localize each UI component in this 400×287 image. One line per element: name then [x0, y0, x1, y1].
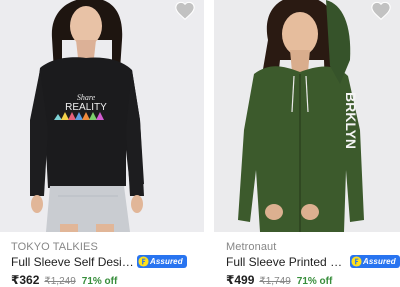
model-photo: BRKLYN: [214, 0, 400, 232]
assured-label: Assured: [150, 257, 183, 266]
flipkart-f-icon: [351, 256, 362, 267]
heart-icon: [175, 1, 195, 21]
assured-badge: Assured: [137, 255, 187, 268]
discount-label: 71% off: [81, 276, 118, 287]
product-grid: Share REALITY TOKYO TALKIES Full Sleeve …: [0, 0, 400, 287]
price-row: ₹362 ₹1,249 71% off: [11, 273, 117, 287]
product-card[interactable]: Share REALITY TOKYO TALKIES Full Sleeve …: [0, 0, 204, 287]
sleeve-print-text: BRKLYN: [343, 92, 359, 149]
price-row: ₹499 ₹1,749 71% off: [226, 273, 332, 287]
discount-label: 71% off: [296, 276, 333, 287]
flipkart-f-icon: [138, 256, 149, 267]
assured-label: Assured: [363, 257, 396, 266]
product-card[interactable]: BRKLYN Metronaut Full Sleeve Printed Wom…: [214, 0, 400, 287]
product-image[interactable]: Share REALITY: [0, 0, 204, 232]
product-title[interactable]: Full Sleeve Self Design Women Sweatshirt: [11, 255, 135, 269]
wishlist-button[interactable]: [174, 0, 196, 22]
assured-badge: Assured: [350, 255, 400, 268]
model-photo: Share REALITY: [0, 0, 204, 232]
title-row: Full Sleeve Printed Women Sweatshirt Ass…: [226, 254, 400, 269]
print-text-reality: REALITY: [65, 102, 107, 113]
product-brand: Metronaut: [226, 241, 277, 253]
original-price: ₹1,749: [259, 276, 291, 287]
selling-price: ₹362: [11, 273, 40, 287]
original-price: ₹1,249: [44, 276, 76, 287]
title-row: Full Sleeve Self Design Women Sweatshirt…: [11, 254, 187, 269]
selling-price: ₹499: [226, 273, 255, 287]
wishlist-button[interactable]: [370, 0, 392, 22]
heart-icon: [371, 1, 391, 21]
print-text-share: Share: [77, 93, 96, 102]
product-image[interactable]: BRKLYN: [214, 0, 400, 232]
product-title[interactable]: Full Sleeve Printed Women Sweatshirt: [226, 255, 348, 269]
product-brand: TOKYO TALKIES: [11, 241, 98, 253]
